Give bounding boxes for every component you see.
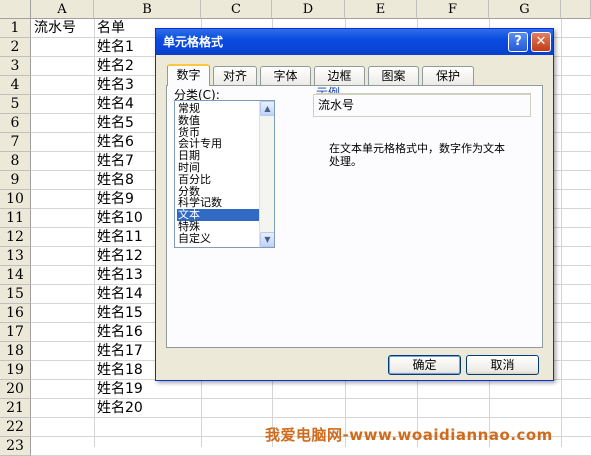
tab-font[interactable]: 字体 <box>260 66 311 85</box>
category-item[interactable]: 自定义 <box>177 232 260 245</box>
category-item[interactable]: 百分比 <box>177 173 260 186</box>
row-header-13[interactable]: 13 <box>0 247 31 266</box>
row-header-15[interactable]: 15 <box>0 285 31 304</box>
column-header-c[interactable]: C <box>201 0 272 19</box>
tab-number[interactable]: 数字 <box>167 64 210 86</box>
sample-value: 流水号 <box>313 94 531 117</box>
watermark: 我爱电脑网-www.woaidiannao.com <box>265 426 553 444</box>
cell-b20[interactable]: 姓名19 <box>94 380 201 399</box>
column-header-h[interactable] <box>561 0 591 19</box>
tab-border[interactable]: 边框 <box>314 66 365 85</box>
row-header-9[interactable]: 9 <box>0 171 31 190</box>
column-header-g[interactable]: G <box>489 0 561 19</box>
row-header-18[interactable]: 18 <box>0 342 31 361</box>
cancel-button[interactable]: 取消 <box>466 355 539 375</box>
cell-b21[interactable]: 姓名20 <box>94 399 201 418</box>
column-header-d[interactable]: D <box>272 0 345 19</box>
tab-patterns[interactable]: 图案 <box>368 66 419 85</box>
row-header-10[interactable]: 10 <box>0 190 31 209</box>
row-header-19[interactable]: 19 <box>0 361 31 380</box>
row-header-6[interactable]: 6 <box>0 114 31 133</box>
help-button[interactable]: ? <box>508 32 528 52</box>
category-description: 在文本单元格格式中，数字作为文本处理。 <box>329 142 505 168</box>
row-header-20[interactable]: 20 <box>0 380 31 399</box>
ok-button[interactable]: 确定 <box>388 355 461 375</box>
scroll-down-icon[interactable]: ▼ <box>260 232 274 247</box>
row-header-4[interactable]: 4 <box>0 76 31 95</box>
select-all-corner[interactable] <box>0 0 31 19</box>
row-header-7[interactable]: 7 <box>0 133 31 152</box>
row-header-12[interactable]: 12 <box>0 228 31 247</box>
dialog-title: 单元格格式 <box>163 35 224 49</box>
gridline-vertical <box>561 19 562 447</box>
row-header-22[interactable]: 22 <box>0 418 31 437</box>
category-listbox[interactable]: 常规 数值 货币 会计专用 日期 时间 百分比 分数 科学记数 文本 特殊 自定义 ▲ ▼ <box>174 100 275 248</box>
row-header-21[interactable]: 21 <box>0 399 31 418</box>
column-header-b[interactable]: B <box>94 0 201 19</box>
close-button[interactable]: ✕ <box>531 32 551 52</box>
scroll-up-icon[interactable]: ▲ <box>260 101 274 116</box>
row-header-14[interactable]: 14 <box>0 266 31 285</box>
column-header-f[interactable]: F <box>417 0 489 19</box>
column-header-a[interactable]: A <box>31 0 94 19</box>
dialog-title-bar[interactable]: 单元格格式 <box>156 29 553 55</box>
tab-protection[interactable]: 保护 <box>422 66 474 85</box>
row-header-16[interactable]: 16 <box>0 304 31 323</box>
row-header-1[interactable]: 1 <box>0 19 31 38</box>
row-header-11[interactable]: 11 <box>0 209 31 228</box>
category-item[interactable]: 数值 <box>177 114 260 127</box>
column-header-e[interactable]: E <box>345 0 417 19</box>
row-header-17[interactable]: 17 <box>0 323 31 342</box>
row-header-5[interactable]: 5 <box>0 95 31 114</box>
tab-alignment[interactable]: 对齐 <box>213 66 257 85</box>
row-header-8[interactable]: 8 <box>0 152 31 171</box>
format-cells-dialog: 单元格格式 ? ✕ 数字 对齐 字体 边框 图案 保护 分类(C): 常规 数值货… <box>155 28 554 381</box>
cell-a1[interactable]: 流水号 <box>31 19 94 38</box>
row-header-3[interactable]: 3 <box>0 57 31 76</box>
row-header-2[interactable]: 2 <box>0 38 31 57</box>
category-scrollbar[interactable]: ▲ ▼ <box>259 101 274 247</box>
